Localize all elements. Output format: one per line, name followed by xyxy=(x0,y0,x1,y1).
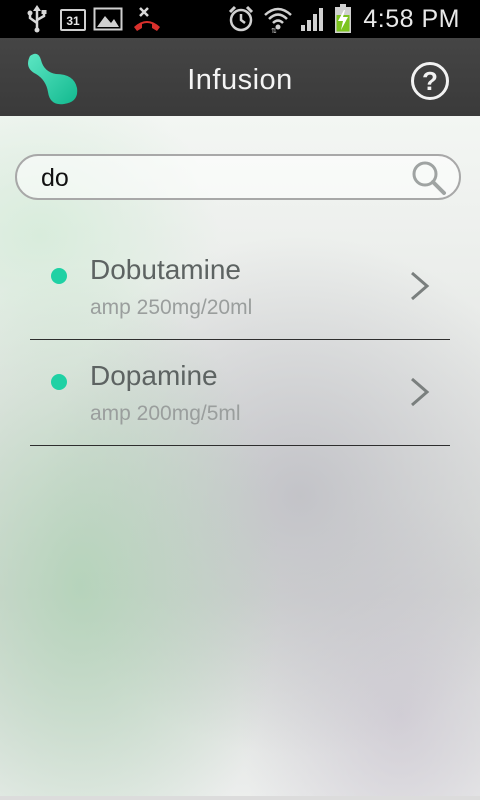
chevron-right-icon[interactable] xyxy=(408,376,432,408)
drug-name: Dopamine xyxy=(90,360,218,391)
search-box[interactable] xyxy=(15,154,461,200)
usb-icon xyxy=(24,4,50,34)
clock: 4:58 PM xyxy=(363,5,460,33)
signal-icon xyxy=(298,4,328,34)
page-title: Infusion xyxy=(187,64,293,96)
missed-call-icon xyxy=(130,4,164,34)
drug-dose: amp 250mg/20ml xyxy=(90,296,253,319)
status-bar: 31 ⇅ 4:58 PM xyxy=(0,0,480,38)
chevron-right-icon[interactable] xyxy=(408,270,432,302)
svg-text:⇅: ⇅ xyxy=(271,28,277,33)
gallery-icon xyxy=(92,4,124,34)
bottom-divider xyxy=(0,796,480,800)
calendar-day: 31 xyxy=(60,9,86,31)
search-input[interactable] xyxy=(39,156,403,200)
title-bar: Infusion ? xyxy=(0,38,480,116)
list-item[interactable]: Dobutamine amp 250mg/20ml xyxy=(30,234,450,340)
main-content: Dobutamine amp 250mg/20ml Dopamine amp 2… xyxy=(0,116,480,800)
battery-charging-icon xyxy=(332,4,354,34)
help-button[interactable]: ? xyxy=(411,62,449,100)
drug-dose: amp 200mg/5ml xyxy=(90,402,241,425)
wifi-icon: ⇅ xyxy=(262,4,294,34)
drug-name: Dobutamine xyxy=(90,254,241,285)
alarm-icon xyxy=(226,4,256,34)
status-dot xyxy=(51,374,67,390)
calendar-icon: 31 xyxy=(58,4,88,34)
search-icon[interactable] xyxy=(411,160,447,196)
list-item[interactable]: Dopamine amp 200mg/5ml xyxy=(30,340,450,446)
status-dot xyxy=(51,268,67,284)
